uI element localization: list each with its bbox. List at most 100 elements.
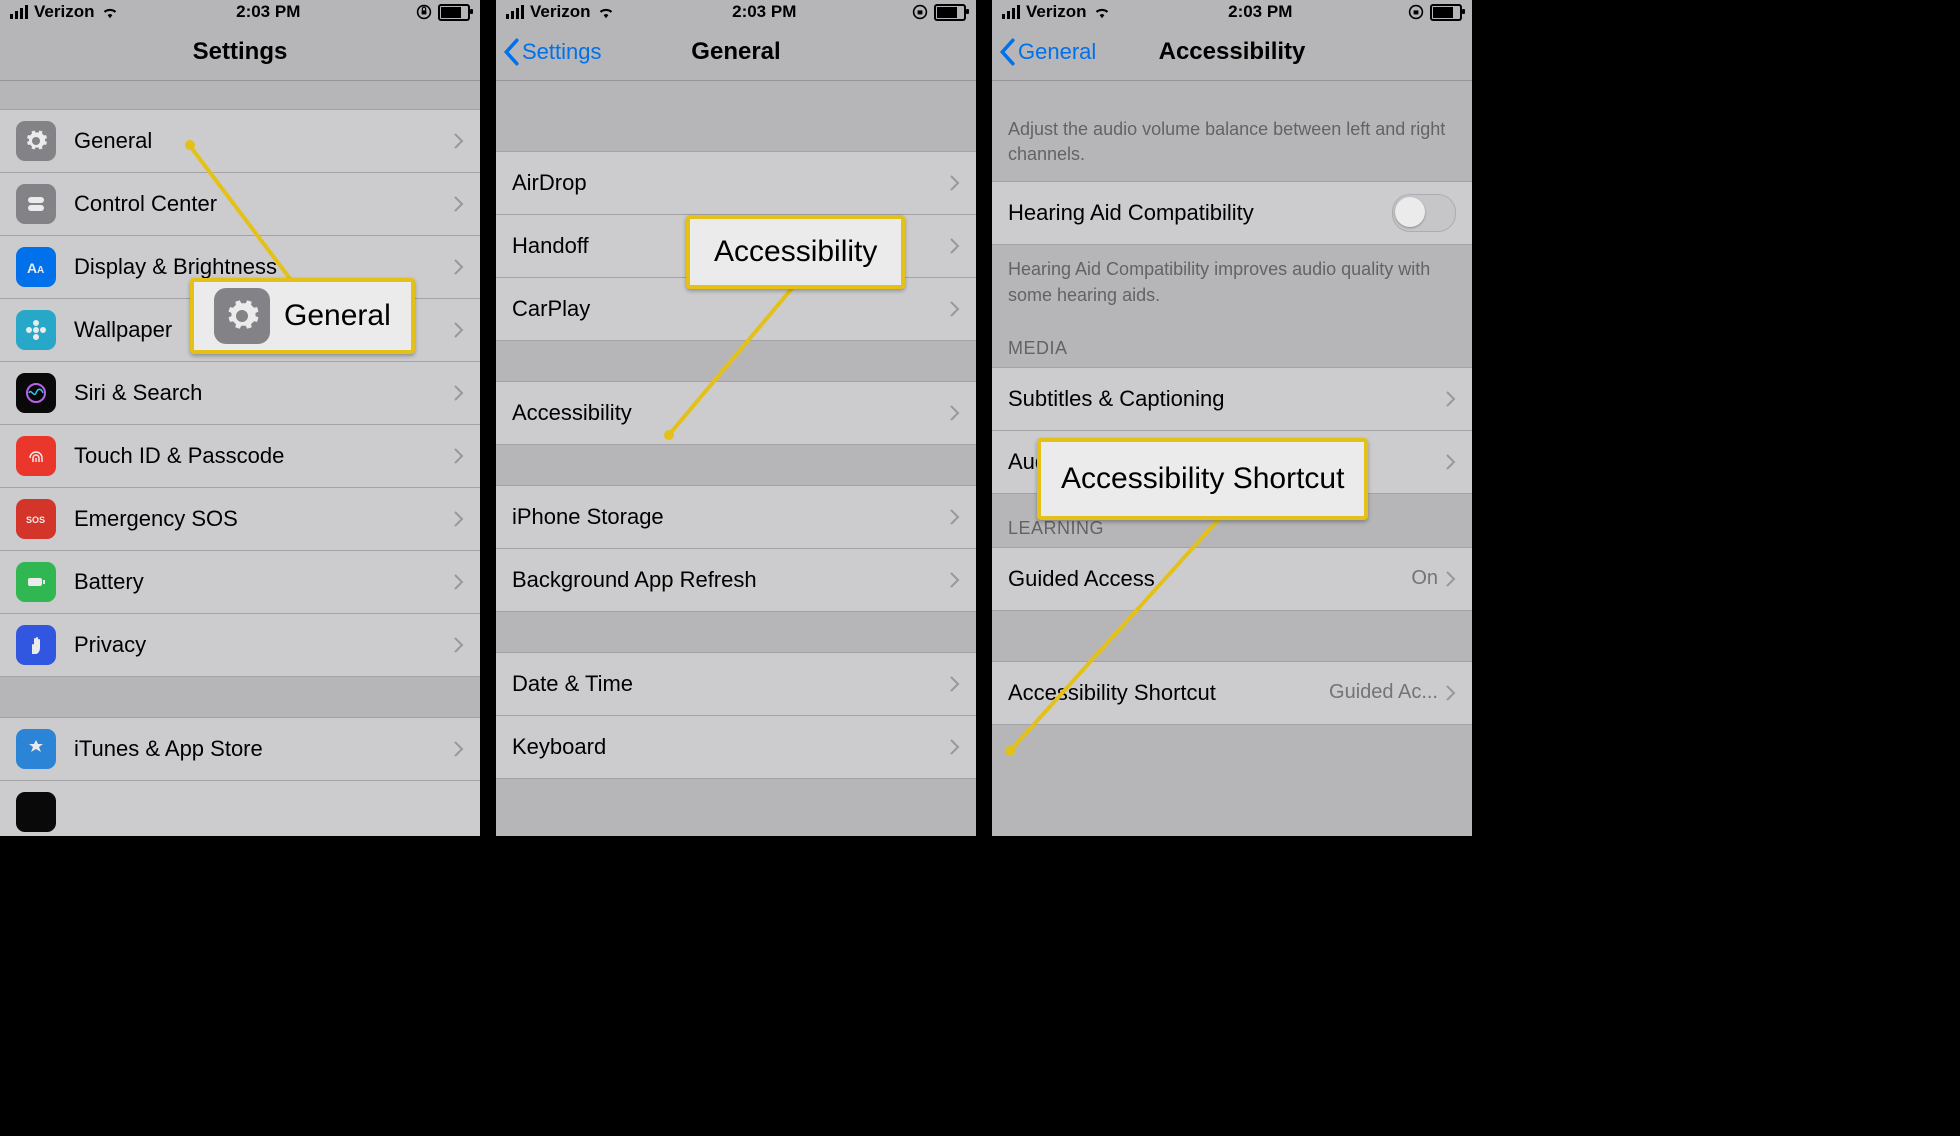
row-subtitles[interactable]: Subtitles & Captioning [992, 367, 1472, 431]
toggles-icon [16, 184, 56, 224]
chevron-right-icon [454, 385, 464, 401]
chevron-right-icon [454, 133, 464, 149]
status-bar: Verizon 2:03 PM [992, 0, 1472, 24]
row-label: Touch ID & Passcode [74, 443, 454, 469]
wifi-icon [1092, 5, 1112, 19]
toggle-hearing-aid[interactable] [1392, 194, 1456, 232]
chevron-right-icon [454, 259, 464, 275]
chevron-right-icon [454, 637, 464, 653]
status-bar: Verizon 2:03 PM [496, 0, 976, 24]
back-button[interactable]: General [998, 38, 1096, 66]
clock-label: 2:03 PM [236, 2, 300, 22]
row-airdrop[interactable]: AirDrop [496, 151, 976, 215]
row-datetime[interactable]: Date & Time [496, 652, 976, 716]
row-storage[interactable]: iPhone Storage [496, 485, 976, 549]
chevron-right-icon [1446, 454, 1456, 470]
svg-text:A: A [37, 265, 44, 276]
fingerprint-icon [16, 436, 56, 476]
nav-bar: Settings [0, 24, 480, 81]
callout-general: General [190, 278, 415, 354]
svg-text:A: A [27, 260, 37, 276]
row-label: Control Center [74, 191, 454, 217]
chevron-right-icon [454, 448, 464, 464]
hearing-note: Hearing Aid Compatibility improves audio… [992, 245, 1472, 313]
rotation-lock-icon [912, 4, 928, 20]
row-bg-refresh[interactable]: Background App Refresh [496, 549, 976, 612]
chevron-right-icon [1446, 571, 1456, 587]
callout-label: General [284, 299, 391, 333]
signal-icon [10, 5, 28, 19]
chevron-right-icon [950, 509, 960, 525]
phone-accessibility: Verizon 2:03 PM General Accessibility Ad… [992, 0, 1472, 836]
row-touchid[interactable]: Touch ID & Passcode [0, 425, 480, 488]
chevron-right-icon [950, 739, 960, 755]
chevron-right-icon [454, 574, 464, 590]
row-value: On [1411, 567, 1438, 590]
phone-settings: Verizon 2:03 PM Settings General Control… [0, 0, 480, 836]
row-value: Guided Ac... [1329, 681, 1438, 704]
row-control-center[interactable]: Control Center [0, 173, 480, 236]
status-bar: Verizon 2:03 PM [0, 0, 480, 24]
wallet-icon [16, 792, 56, 832]
chevron-right-icon [950, 301, 960, 317]
back-button[interactable]: Settings [502, 38, 602, 66]
nav-bar: Settings General [496, 24, 976, 81]
chevron-right-icon [454, 511, 464, 527]
signal-icon [1002, 5, 1020, 19]
battery-icon [934, 4, 966, 21]
row-general[interactable]: General [0, 109, 480, 173]
page-title: Settings [193, 38, 288, 66]
flower-icon [16, 310, 56, 350]
carrier-label: Verizon [530, 2, 590, 22]
callout-accessibility-shortcut: Accessibility Shortcut [1037, 438, 1368, 520]
back-label: Settings [522, 39, 602, 65]
row-hearing-aid[interactable]: Hearing Aid Compatibility [992, 181, 1472, 245]
back-label: General [1018, 39, 1096, 65]
chevron-right-icon [454, 196, 464, 212]
chevron-right-icon [454, 322, 464, 338]
siri-icon [16, 373, 56, 413]
chevron-right-icon [1446, 391, 1456, 407]
row-battery[interactable]: Battery [0, 551, 480, 614]
nav-bar: General Accessibility [992, 24, 1472, 81]
row-sos[interactable]: SOS Emergency SOS [0, 488, 480, 551]
row-label: Privacy [74, 632, 454, 658]
page-title: Accessibility [1159, 38, 1306, 66]
hand-icon [16, 625, 56, 665]
page-title: General [691, 38, 780, 66]
row-siri[interactable]: Siri & Search [0, 362, 480, 425]
row-accessibility[interactable]: Accessibility [496, 381, 976, 445]
rotation-lock-icon [1408, 4, 1424, 20]
row-itunes[interactable]: iTunes & App Store [0, 717, 480, 781]
chevron-left-icon [998, 38, 1016, 66]
chevron-right-icon [950, 238, 960, 254]
row-label: Display & Brightness [74, 254, 454, 280]
wifi-icon [596, 5, 616, 19]
callout-label: Accessibility [714, 235, 877, 269]
svg-text:SOS: SOS [26, 515, 45, 525]
row-label: Emergency SOS [74, 506, 454, 532]
battery-icon [16, 562, 56, 602]
chevron-right-icon [1446, 685, 1456, 701]
row-label: General [74, 128, 454, 154]
gear-icon [214, 288, 270, 344]
chevron-right-icon [950, 175, 960, 191]
battery-icon [1430, 4, 1462, 21]
row-label: Battery [74, 569, 454, 595]
sos-icon: SOS [16, 499, 56, 539]
section-media: MEDIA [992, 314, 1472, 367]
row-wallet[interactable] [0, 781, 480, 836]
phone-general: Verizon 2:03 PM Settings General AirDrop… [496, 0, 976, 836]
signal-icon [506, 5, 524, 19]
row-keyboard[interactable]: Keyboard [496, 716, 976, 779]
clock-label: 2:03 PM [732, 2, 796, 22]
clock-label: 2:03 PM [1228, 2, 1292, 22]
row-guided-access[interactable]: Guided Access On [992, 547, 1472, 611]
row-privacy[interactable]: Privacy [0, 614, 480, 677]
chevron-right-icon [950, 676, 960, 692]
carrier-label: Verizon [34, 2, 94, 22]
wifi-icon [100, 5, 120, 19]
row-label: iTunes & App Store [74, 736, 454, 762]
balance-note: Adjust the audio volume balance between … [992, 81, 1472, 181]
chevron-right-icon [950, 572, 960, 588]
